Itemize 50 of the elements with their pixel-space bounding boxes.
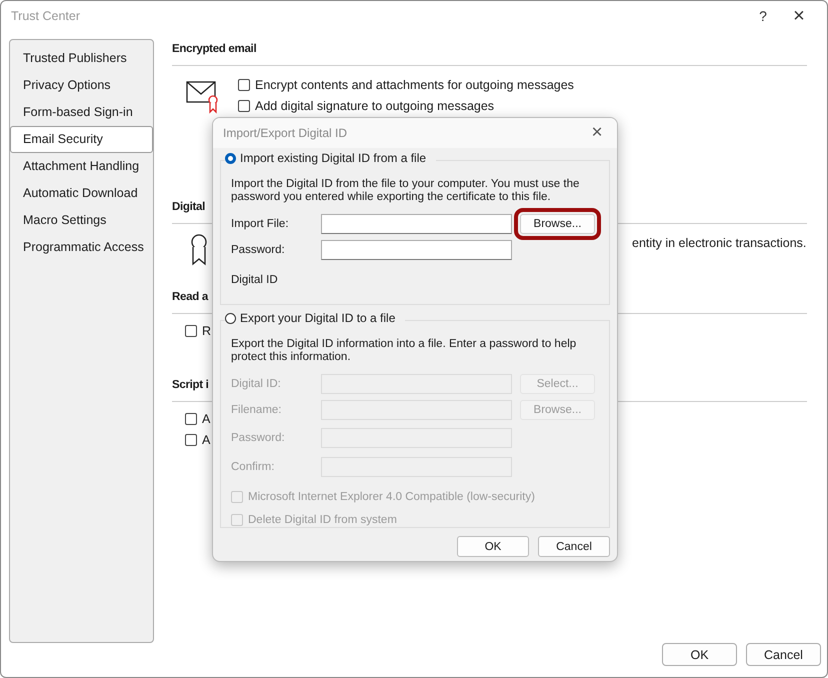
sidebar-item[interactable]: Email Security [10, 126, 153, 153]
checkbox[interactable] [185, 434, 197, 446]
radio-label: Export your Digital ID to a file [240, 311, 396, 325]
close-button[interactable]: × [582, 122, 612, 144]
section-heading: Encrypted email [172, 43, 256, 57]
checkbox-label: Microsoft Internet Explorer 4.0 Compatible (low-security) [248, 490, 535, 502]
description-text: entity in electronic transactions. [632, 236, 806, 252]
ribbon-badge-icon [191, 234, 207, 266]
radio-button[interactable] [225, 152, 236, 164]
dialog-button[interactable]: OK [662, 643, 737, 666]
checkbox-label: Encrypt contents and attachments for outgoing messages [255, 78, 574, 92]
field-label: Import File: [231, 218, 290, 230]
sidebar-item[interactable]: Programmatic Access [10, 234, 153, 261]
input-field[interactable] [321, 240, 512, 260]
sidebar-item[interactable]: Trusted Publishers [10, 45, 153, 72]
sidebar-item[interactable]: Privacy Options [10, 72, 153, 99]
close-button[interactable]: × [781, 1, 817, 31]
sidebar-item[interactable]: Form-based Sign-in [10, 99, 153, 126]
sidebar-item[interactable]: Macro Settings [10, 207, 153, 234]
envelope-certificate-icon [186, 81, 218, 114]
checkbox-label: Delete Digital ID from system [248, 514, 397, 526]
dialog-title: Import/Export Digital ID [223, 126, 348, 140]
field-label: Password: [231, 432, 286, 444]
section-heading: Script i [172, 379, 209, 393]
checkbox[interactable] [238, 100, 250, 112]
description-text: Import the Digital ID from the file to your computer. You must use the password you entered while exporting the certificate to this file. [231, 178, 580, 204]
dialog-button[interactable]: Cancel [746, 643, 821, 666]
field-label: Digital ID [231, 274, 279, 286]
description-text: Export the Digital ID information into a file. Enter a password to help protect this information. [231, 338, 578, 364]
field-label: Confirm: [231, 460, 276, 472]
section-heading: Read a [172, 291, 208, 305]
input-field[interactable] [321, 214, 512, 234]
section-heading: Digital [172, 201, 206, 215]
radio-label: Import existing Digital ID from a file [240, 151, 426, 165]
field-label: Digital ID: [231, 378, 282, 390]
checkbox-label: A [202, 433, 210, 447]
window-title: Trust Center [11, 9, 82, 23]
checkbox-label: Add digital signature to outgoing messages [255, 99, 494, 113]
dialog-button[interactable]: Cancel [538, 536, 610, 557]
checkbox-label: A [202, 412, 210, 426]
sidebar-item[interactable]: Attachment Handling [10, 153, 153, 180]
field-label: Filename: [231, 404, 282, 416]
checkbox-label: R [202, 324, 212, 338]
sidebar-item[interactable]: Automatic Download [10, 180, 153, 207]
checkbox[interactable] [238, 79, 250, 91]
checkbox[interactable] [185, 325, 197, 337]
help-button[interactable]: ? [745, 1, 781, 31]
checkbox[interactable] [185, 413, 197, 425]
field-label: Password: [231, 244, 286, 256]
dialog-button[interactable]: OK [457, 536, 529, 557]
